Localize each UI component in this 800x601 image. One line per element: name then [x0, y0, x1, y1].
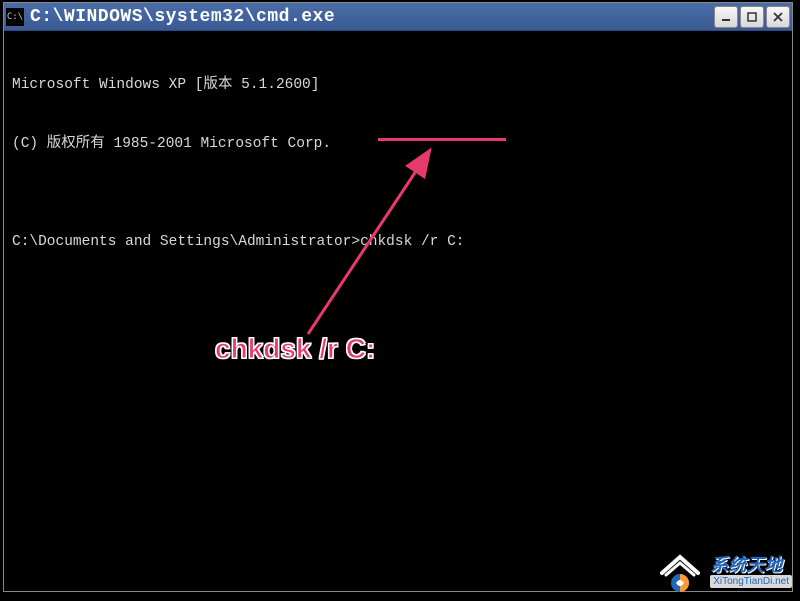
- watermark: 系统天地 XiTongTianDi.net: [656, 551, 792, 593]
- terminal-line-version: Microsoft Windows XP [版本 5.1.2600]: [12, 76, 784, 96]
- close-icon: [772, 11, 784, 23]
- minimize-button[interactable]: [714, 6, 738, 28]
- cmd-icon: C:\: [6, 8, 24, 26]
- terminal-command: chkdsk /r C:: [360, 234, 464, 250]
- watermark-house-icon: [656, 551, 704, 593]
- terminal-output[interactable]: Microsoft Windows XP [版本 5.1.2600] (C) 版…: [4, 31, 792, 297]
- watermark-name-en: XiTongTianDi.net: [710, 575, 792, 588]
- close-button[interactable]: [766, 6, 790, 28]
- window-controls: [714, 6, 790, 28]
- annotation-underline: [378, 138, 506, 141]
- terminal-prompt: C:\Documents and Settings\Administrator>: [12, 234, 360, 250]
- terminal-prompt-line: C:\Documents and Settings\Administrator>…: [12, 233, 784, 253]
- maximize-icon: [746, 11, 758, 23]
- minimize-icon: [720, 11, 732, 23]
- watermark-text: 系统天地 XiTongTianDi.net: [710, 556, 792, 589]
- watermark-name-cn: 系统天地: [710, 556, 792, 576]
- cmd-window: C:\ C:\WINDOWS\system32\cmd.exe Microsof…: [3, 2, 793, 592]
- title-bar[interactable]: C:\ C:\WINDOWS\system32\cmd.exe: [4, 3, 792, 31]
- annotation-label: chkdsk /r C:: [215, 333, 375, 365]
- maximize-button[interactable]: [740, 6, 764, 28]
- window-title: C:\WINDOWS\system32\cmd.exe: [30, 7, 714, 27]
